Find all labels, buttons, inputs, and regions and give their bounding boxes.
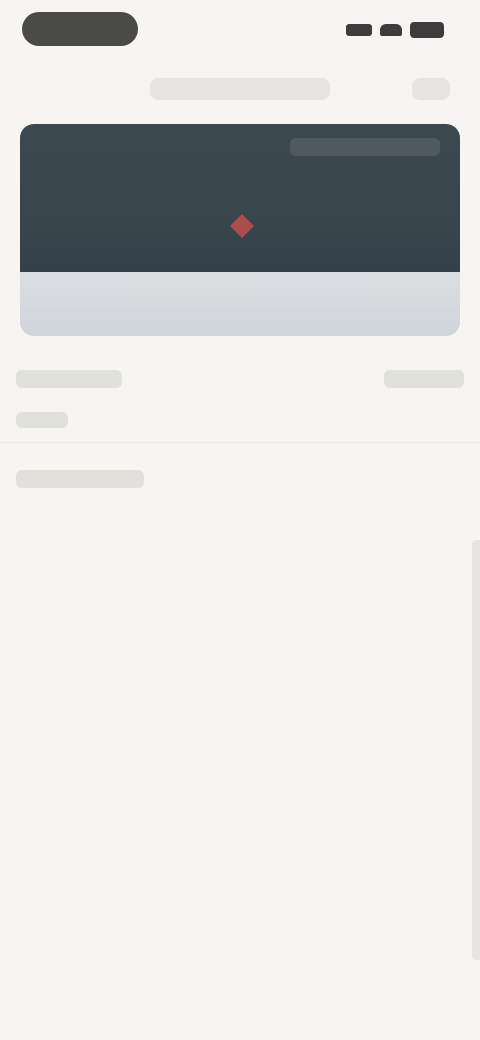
wifi-icon <box>380 24 402 36</box>
status-time-pill <box>22 12 138 46</box>
info-row-secondary-label <box>16 412 68 428</box>
video-preview-card[interactable] <box>20 124 460 336</box>
status-icons <box>346 20 444 40</box>
section-divider <box>0 442 480 443</box>
info-row-primary-value <box>384 370 464 388</box>
status-bar <box>0 0 480 60</box>
video-overlay-label <box>290 138 440 156</box>
signal-icon <box>346 24 372 36</box>
header-action-button[interactable] <box>412 78 450 100</box>
section-heading-row <box>16 464 464 494</box>
section-heading <box>16 470 144 488</box>
app-screen <box>0 0 480 1040</box>
info-row-primary <box>16 364 464 394</box>
video-frame[interactable] <box>20 124 460 272</box>
battery-icon <box>410 22 444 38</box>
top-header <box>0 64 480 112</box>
info-row-primary-label <box>16 370 122 388</box>
info-row-secondary <box>16 408 464 434</box>
scrollbar[interactable] <box>472 540 480 960</box>
page-title <box>150 78 330 100</box>
play-marker-icon[interactable] <box>228 212 256 240</box>
video-caption-area <box>20 272 460 336</box>
